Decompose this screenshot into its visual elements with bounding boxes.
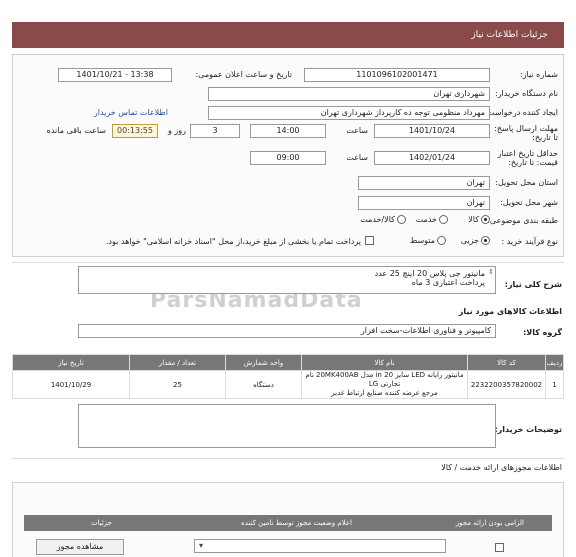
province-label: استان محل تحویل:: [495, 178, 558, 187]
license-col-status: اعلام وضعیت مجوز توسط نامین کننده: [241, 519, 352, 527]
treasury-payment-checkbox[interactable]: [365, 236, 374, 245]
city-field: تهران: [358, 196, 490, 210]
license-col-required: الزامی بودن ارائه مجوز: [455, 519, 524, 527]
validity-time-label: ساعت: [346, 153, 368, 162]
deadline-time-label: ساعت: [346, 126, 368, 135]
col-qty: تعداد / مقدار: [129, 354, 226, 371]
radio-icon: [397, 215, 406, 224]
row-name-line-1: مانیتور رایانه LED سایز 20 in مدل 20MK40…: [305, 371, 464, 388]
validity-date-field: 1402/01/24: [374, 151, 490, 165]
need-number-field: 1101096102001471: [304, 68, 490, 82]
licenses-title: اطلاعات مجوزهای ارائه خدمت / کالا: [441, 463, 562, 472]
row-code: 2232200357820002: [467, 370, 546, 399]
category-service-option[interactable]: خدمت: [416, 215, 448, 224]
row-qty: 25: [129, 370, 226, 399]
days-label: روز و: [168, 126, 186, 135]
radio-icon: [481, 236, 490, 245]
license-status-select[interactable]: ▾: [194, 539, 446, 553]
remaining-label: ساعت باقی مانده: [46, 126, 106, 135]
page-header: جزئیات اطلاعات نیاز: [12, 22, 564, 48]
summary-line-2: پرداخت اعتباری 3 ماه: [411, 278, 485, 287]
license-col-details: جزئیات: [91, 519, 112, 527]
days-field: 3: [190, 124, 240, 138]
process-medium-option[interactable]: متوسط: [410, 236, 446, 245]
contact-buyer-link[interactable]: اطلاعات تماس خریدار: [94, 108, 168, 117]
chevron-down-icon: ▾: [199, 541, 204, 550]
col-row: ردیف: [545, 354, 564, 371]
radio-icon: [439, 215, 448, 224]
announce-label: تاریخ و ساعت اعلان عمومی:: [195, 70, 292, 79]
view-license-button[interactable]: مشاهده مجوز: [36, 539, 124, 555]
goods-group-label: گروه کالا:: [523, 328, 562, 337]
row-unit: دستگاه: [225, 370, 302, 399]
radio-icon: [437, 236, 446, 245]
goods-table: ردیف کد کالا نام کالا واحد شمارش تعداد /…: [12, 354, 564, 399]
category-goods-option[interactable]: کالا: [468, 215, 490, 224]
row-name: مانیتور رایانه LED سایز 20 in مدل 20MK40…: [301, 370, 468, 399]
goods-group-field: کامپیوتر و فناوری اطلاعات-سخت افزار: [78, 324, 496, 338]
deadline-time-field: 14:00: [250, 124, 326, 138]
radio-icon: [481, 215, 490, 224]
goods-section-title: اطلاعات کالاهای مورد نیاز: [458, 307, 562, 316]
buyer-notes-label: توضیحات خریدار:: [494, 425, 562, 434]
need-number-label: شماره نیاز:: [520, 70, 558, 79]
col-name: نام کالا: [301, 354, 468, 371]
deadline-label: مهلت ارسال پاسخ: تا تاریخ:: [494, 124, 558, 142]
summary-box: مانیتور جی پلاس 20 اینچ 25 عدد پرداخت اع…: [78, 266, 496, 294]
summary-label: شرح کلی نیاز:: [504, 280, 562, 289]
resize-handle-icon[interactable]: ⇕: [488, 268, 494, 276]
buyer-notes-box: [78, 404, 496, 448]
validity-time-field: 09:00: [250, 151, 326, 165]
table-row: 1 2232200357820002 مانیتور رایانه LED سا…: [12, 370, 564, 399]
payment-note: پرداخت تمام یا بخشی از مبلغ خرید،از محل …: [105, 237, 361, 246]
row-name-line-2: مرجع عرضه کننده صنایع ارتباط غدیر: [331, 389, 438, 397]
creator-label: ایجاد کننده درخواست:: [484, 108, 558, 117]
col-date: تاریخ نیاز: [12, 354, 130, 371]
process-partial-option[interactable]: جزیی: [461, 236, 490, 245]
deadline-date-field: 1401/10/24: [374, 124, 490, 138]
category-label: طبقه بندی موضوعی:: [487, 216, 558, 225]
process-label: نوع فرآیند خرید :: [501, 237, 558, 246]
countdown-timer: 00:13:55: [112, 124, 158, 138]
divider: [12, 458, 564, 459]
category-goods-service-option[interactable]: کالا/خدمت: [360, 215, 406, 224]
buyer-org-field: شهرداری تهران: [208, 87, 490, 101]
city-label: شهر محل تحویل:: [500, 198, 558, 207]
licenses-table-header: الزامی بودن ارائه مجوز اعلام وضعیت مجوز …: [24, 515, 552, 531]
col-unit: واحد شمارش: [225, 354, 302, 371]
license-required-checkbox[interactable]: [495, 543, 504, 552]
province-field: تهران: [358, 176, 490, 190]
col-code: کد کالا: [467, 354, 546, 371]
divider: [12, 262, 564, 263]
validity-label: حداقل تاریخ اعتبار قیمت: تا تاریخ:: [497, 149, 558, 167]
row-date: 1401/10/29: [12, 370, 130, 399]
creator-field: مهرداد منظومی توجه ده کارپرداز شهرداری ت…: [208, 106, 490, 120]
buyer-org-label: نام دستگاه خریدار:: [495, 89, 558, 98]
page-title: جزئیات اطلاعات نیاز: [471, 30, 548, 40]
summary-line-1: مانیتور جی پلاس 20 اینچ 25 عدد: [374, 269, 485, 278]
announce-field: 1401/10/21 - 13:38: [58, 68, 172, 82]
row-index: 1: [545, 370, 564, 399]
